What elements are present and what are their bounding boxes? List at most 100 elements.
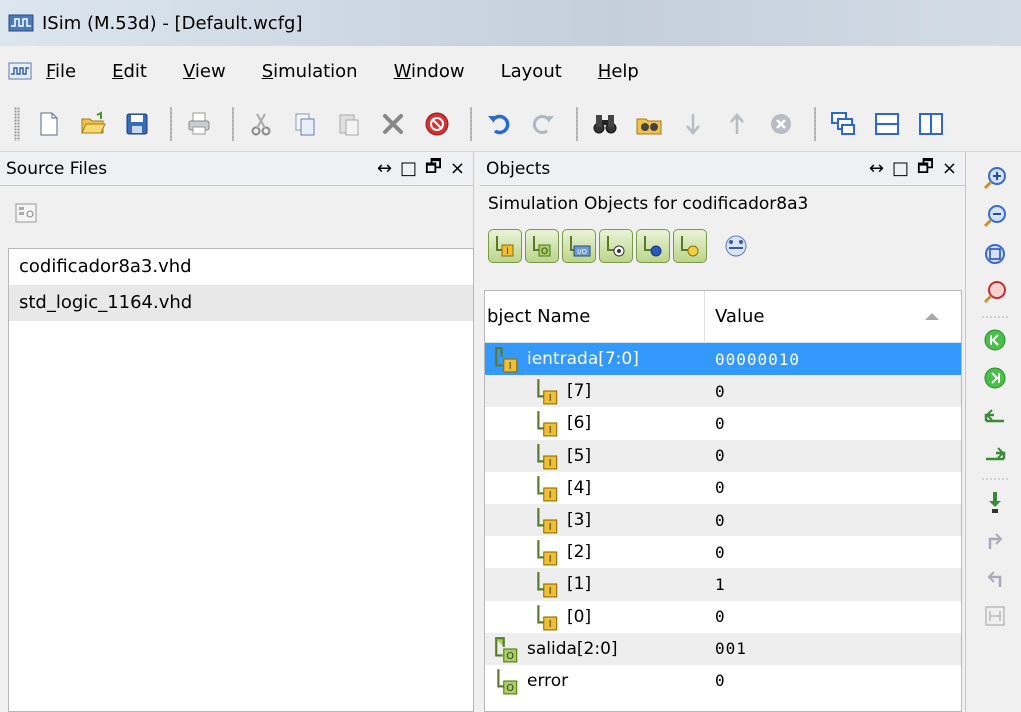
paste-button[interactable] bbox=[330, 105, 368, 143]
find-in-files-button[interactable] bbox=[630, 105, 668, 143]
object-row[interactable]: I [4] 0 bbox=[485, 472, 961, 504]
svg-text:I: I bbox=[509, 361, 512, 372]
svg-text:I: I bbox=[549, 458, 552, 469]
close-panel-icon[interactable]: × bbox=[450, 158, 465, 179]
copy-button[interactable] bbox=[286, 105, 324, 143]
zoom-fit-icon bbox=[984, 244, 1005, 264]
print-button[interactable] bbox=[180, 105, 218, 143]
menu-help[interactable]: Help bbox=[598, 61, 639, 82]
zoom-fit-button[interactable] bbox=[976, 236, 1014, 272]
open-file-button[interactable] bbox=[74, 105, 112, 143]
objects-table-body: Iientrada[7:0] 00000010 I [7] 0 I [6] 0 I [5] 0 I [4… bbox=[485, 343, 961, 697]
input-bit-icon: I bbox=[537, 475, 558, 502]
object-row[interactable]: Osalida[2:0] 001 bbox=[485, 632, 961, 665]
scissors-icon bbox=[251, 113, 271, 135]
go-to-start-button[interactable] bbox=[976, 322, 1014, 358]
menu-file[interactable]: File bbox=[46, 61, 76, 82]
new-file-button[interactable] bbox=[30, 105, 68, 143]
previous-transition-button[interactable] bbox=[976, 398, 1014, 434]
delete-button[interactable] bbox=[374, 105, 412, 143]
undo-button[interactable] bbox=[480, 105, 518, 143]
object-name-cell: I [5] bbox=[485, 442, 705, 470]
object-value: 1 bbox=[715, 574, 726, 594]
svg-text:I: I bbox=[549, 587, 552, 598]
object-row[interactable]: I [6] 0 bbox=[485, 407, 961, 439]
find-button[interactable] bbox=[586, 105, 624, 143]
svg-text:I/O: I/O bbox=[577, 248, 587, 256]
tile-horizontal-icon bbox=[875, 112, 899, 135]
source-file-item[interactable]: codificador8a3.vhd bbox=[9, 249, 473, 285]
object-row[interactable]: I [5] 0 bbox=[485, 439, 961, 472]
close-panel-icon[interactable]: × bbox=[942, 158, 957, 179]
menu-edit[interactable]: Edit bbox=[112, 61, 147, 82]
next-marker-button[interactable] bbox=[976, 560, 1014, 596]
restore-panel-icon[interactable]: □ bbox=[400, 158, 417, 179]
zoom-in-button[interactable] bbox=[976, 160, 1014, 196]
redo-button[interactable] bbox=[524, 105, 562, 143]
go-to-end-icon bbox=[984, 367, 1005, 389]
cascade-windows-icon bbox=[831, 111, 855, 135]
add-marker-button[interactable] bbox=[976, 484, 1014, 520]
filter-inouts-button[interactable]: I/O bbox=[562, 229, 596, 263]
restore-panel-icon[interactable]: □ bbox=[892, 158, 909, 179]
object-name-cell: Osalida[2:0] bbox=[485, 635, 705, 663]
next-button[interactable] bbox=[674, 105, 712, 143]
column-header-name[interactable]: bject Name bbox=[485, 291, 705, 342]
object-row[interactable]: Oerror 0 bbox=[485, 665, 961, 697]
tile-horizontal-button[interactable] bbox=[868, 105, 906, 143]
go-to-end-button[interactable] bbox=[976, 360, 1014, 396]
inout-signal-icon: I/O bbox=[570, 236, 591, 257]
object-name-cell: I [2] bbox=[485, 538, 705, 566]
zoom-out-button[interactable] bbox=[976, 198, 1014, 234]
toolbar-separator bbox=[814, 106, 816, 141]
object-name: [1] bbox=[567, 574, 592, 595]
object-row[interactable]: I [0] 0 bbox=[485, 601, 961, 633]
object-value: 0 bbox=[715, 542, 726, 562]
menu-simulation[interactable]: Simulation bbox=[262, 61, 358, 82]
swap-cursors-button[interactable] bbox=[976, 598, 1014, 634]
zoom-out-icon bbox=[983, 205, 1006, 228]
cascade-button[interactable] bbox=[824, 105, 862, 143]
object-row[interactable]: I [3] 0 bbox=[485, 503, 961, 537]
menu-view[interactable]: View bbox=[183, 61, 226, 82]
object-row[interactable]: I [1] 1 bbox=[485, 568, 961, 601]
variable-icon bbox=[681, 236, 699, 257]
move-panel-icon[interactable]: ↔ bbox=[377, 158, 392, 179]
source-file-item[interactable]: std_logic_1164.vhd bbox=[9, 285, 473, 321]
filter-constants-button[interactable] bbox=[636, 229, 670, 263]
hierarchy-icon[interactable] bbox=[14, 201, 38, 225]
zoom-cursor-button[interactable] bbox=[976, 274, 1014, 310]
float-panel-icon[interactable]: 🗗 bbox=[425, 154, 442, 184]
column-header-value[interactable]: Value bbox=[705, 306, 961, 327]
filter-outputs-button[interactable]: O bbox=[525, 229, 559, 263]
next-transition-icon bbox=[985, 447, 1005, 461]
tile-vertical-button[interactable] bbox=[912, 105, 950, 143]
save-button[interactable] bbox=[118, 105, 156, 143]
stop-button[interactable] bbox=[418, 105, 456, 143]
previous-button[interactable] bbox=[718, 105, 756, 143]
toolbar-grip[interactable] bbox=[14, 106, 20, 141]
object-name-cell: Oerror bbox=[485, 667, 705, 695]
filter-internal-button[interactable] bbox=[599, 229, 633, 263]
menu-layout[interactable]: Layout bbox=[501, 61, 562, 82]
find-folder-icon bbox=[636, 118, 662, 134]
object-row[interactable]: I [7] 0 bbox=[485, 375, 961, 408]
object-row[interactable]: Iientrada[7:0] 00000010 bbox=[485, 343, 961, 376]
previous-marker-button[interactable] bbox=[976, 522, 1014, 558]
next-transition-button[interactable] bbox=[976, 436, 1014, 472]
object-row[interactable]: I [2] 0 bbox=[485, 536, 961, 568]
waveform-icon[interactable] bbox=[8, 61, 32, 81]
object-value: 0 bbox=[715, 510, 726, 530]
settings-link-icon[interactable] bbox=[720, 230, 752, 262]
move-panel-icon[interactable]: ↔ bbox=[869, 158, 884, 179]
menu-window[interactable]: Window bbox=[394, 61, 465, 82]
object-name: error bbox=[527, 670, 569, 691]
filter-inputs-button[interactable]: I bbox=[488, 229, 522, 263]
float-panel-icon[interactable]: 🗗 bbox=[917, 154, 934, 184]
svg-text:O: O bbox=[506, 651, 514, 662]
cut-button[interactable] bbox=[242, 105, 280, 143]
object-value: 0 bbox=[715, 607, 726, 627]
object-name-cell: I [6] bbox=[485, 409, 705, 437]
clear-button[interactable] bbox=[762, 105, 800, 143]
filter-variables-button[interactable] bbox=[673, 229, 707, 263]
